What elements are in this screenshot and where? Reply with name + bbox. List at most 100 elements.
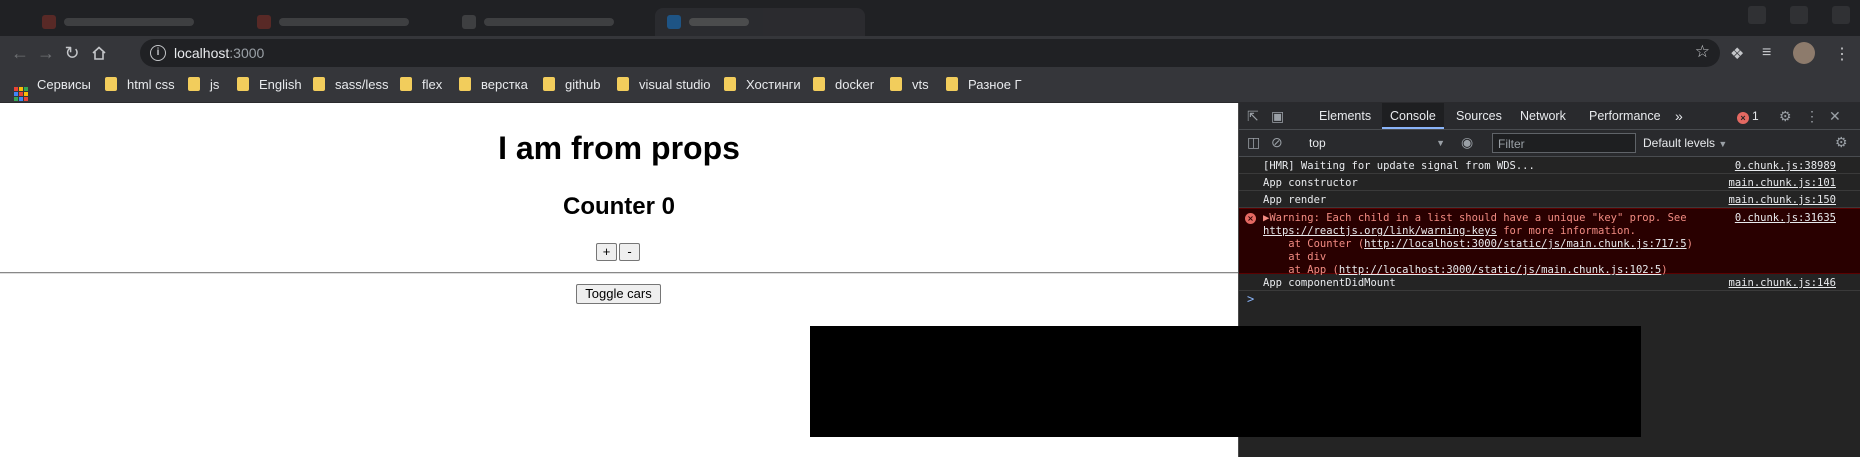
log-source-link[interactable]: 0.chunk.js:31635 bbox=[1735, 212, 1836, 224]
decrement-button[interactable]: - bbox=[619, 243, 640, 261]
bookmark-folder[interactable]: github bbox=[543, 77, 600, 95]
live-expression-eye-icon[interactable]: ◉ bbox=[1461, 134, 1473, 151]
log-message: App constructor bbox=[1263, 177, 1358, 189]
stack-frame: ) bbox=[1686, 238, 1693, 250]
stack-frame-link[interactable]: http://localhost:3000/static/js/main.chu… bbox=[1364, 238, 1686, 250]
log-source-link[interactable]: main.chunk.js:146 bbox=[1729, 277, 1836, 289]
toggle-cars-button[interactable]: Toggle cars bbox=[576, 284, 661, 304]
minimize-button[interactable] bbox=[1748, 6, 1766, 24]
bookmark-folder[interactable]: flex bbox=[400, 77, 442, 95]
more-tabs-icon[interactable]: » bbox=[1675, 108, 1683, 124]
bookmark-label: sass/less bbox=[335, 77, 389, 92]
profile-avatar[interactable] bbox=[1793, 42, 1815, 64]
url-port: :3000 bbox=[229, 45, 265, 61]
reload-button[interactable]: ↻ bbox=[60, 41, 84, 65]
console-filter-input[interactable]: Filter bbox=[1492, 133, 1636, 153]
browser-tab[interactable] bbox=[30, 8, 240, 36]
error-line: ▶Warning: Each child in a list should ha… bbox=[1263, 212, 1687, 224]
bookmark-label: Хостинги bbox=[746, 77, 801, 92]
tab-sources[interactable]: Sources bbox=[1448, 103, 1510, 129]
inspect-element-icon[interactable]: ⇱ bbox=[1247, 108, 1259, 125]
address-url: localhost:3000 bbox=[174, 45, 264, 61]
address-bar[interactable]: i localhost:3000 ☆ bbox=[140, 39, 1720, 67]
log-message: [HMR] Waiting for update signal from WDS… bbox=[1263, 160, 1535, 172]
maximize-button[interactable] bbox=[1790, 6, 1808, 24]
bookmark-folder[interactable]: Хостинги bbox=[724, 77, 801, 95]
device-toolbar-icon[interactable]: ▣ bbox=[1271, 108, 1284, 125]
bookmarks-bar: Сервисы html css js English sass/less fl… bbox=[0, 70, 1860, 103]
bookmark-folder[interactable]: html css bbox=[105, 77, 175, 95]
extensions-puzzle-icon[interactable]: ❖ bbox=[1730, 44, 1744, 64]
bookmark-folder[interactable]: Разное Г bbox=[946, 77, 1022, 95]
log-source-link[interactable]: main.chunk.js:101 bbox=[1729, 177, 1836, 189]
settings-gear-icon[interactable]: ⚙ bbox=[1779, 108, 1792, 125]
tab-network[interactable]: Network bbox=[1512, 103, 1574, 129]
bookmark-star-icon[interactable]: ☆ bbox=[1695, 42, 1710, 62]
bookmark-folder[interactable]: sass/less bbox=[313, 77, 388, 95]
log-source-link[interactable]: main.chunk.js:150 bbox=[1729, 194, 1836, 206]
log-source-link[interactable]: 0.chunk.js:38989 bbox=[1735, 160, 1836, 172]
menu-kebab-icon[interactable]: ⋮ bbox=[1834, 44, 1850, 64]
bookmark-apps[interactable]: Сервисы bbox=[14, 77, 91, 101]
home-button[interactable] bbox=[87, 41, 111, 65]
error-count: 1 bbox=[1752, 109, 1759, 123]
folder-icon bbox=[400, 77, 412, 91]
bookmark-folder[interactable]: English bbox=[237, 77, 302, 95]
browser-tab[interactable] bbox=[245, 8, 455, 36]
url-host: localhost bbox=[174, 45, 230, 61]
devtools-menu-icon[interactable]: ⋮ bbox=[1805, 108, 1819, 125]
error-icon: × bbox=[1737, 112, 1749, 124]
folder-icon bbox=[543, 77, 555, 91]
bookmark-folder[interactable]: верстка bbox=[459, 77, 528, 95]
bookmark-label: vts bbox=[912, 77, 929, 92]
bookmark-folder[interactable]: js bbox=[188, 77, 219, 95]
forward-button[interactable]: → bbox=[34, 41, 58, 65]
log-message: App componentDidMount bbox=[1263, 277, 1396, 289]
reading-list-icon[interactable]: ≡ bbox=[1762, 44, 1771, 62]
sidebar-toggle-icon[interactable]: ◫ bbox=[1247, 134, 1260, 151]
back-button[interactable]: ← bbox=[8, 41, 32, 65]
bookmark-label: English bbox=[259, 77, 302, 92]
page-title: I am from props bbox=[498, 130, 740, 166]
bookmark-folder[interactable]: docker bbox=[813, 77, 874, 95]
browser-toolbar: ← → ↻ i localhost:3000 ☆ ❖ ≡ ⋮ bbox=[0, 36, 1860, 70]
console-log-row: App render main.chunk.js:150 bbox=[1239, 191, 1860, 208]
clear-console-icon[interactable]: ⊘ bbox=[1271, 134, 1283, 151]
folder-icon bbox=[724, 77, 736, 91]
bookmark-label: flex bbox=[422, 77, 443, 92]
warning-keys-link[interactable]: https://reactjs.org/link/warning-keys bbox=[1263, 225, 1497, 237]
browser-tab[interactable] bbox=[450, 8, 660, 36]
console-error-row[interactable]: × ▶Warning: Each child in a list should … bbox=[1239, 208, 1860, 277]
folder-icon bbox=[813, 77, 825, 91]
tab-performance[interactable]: Performance bbox=[1581, 103, 1669, 129]
site-info-icon[interactable]: i bbox=[150, 45, 166, 61]
bookmark-label: Разное Г bbox=[968, 77, 1022, 92]
bookmark-label: docker bbox=[835, 77, 875, 92]
tab-favicon-icon bbox=[667, 15, 681, 29]
log-levels-dropdown[interactable]: Default levels ▼ bbox=[1643, 134, 1727, 153]
console-settings-gear-icon[interactable]: ⚙ bbox=[1835, 134, 1848, 151]
tab-title-blurred bbox=[64, 18, 194, 26]
context-selector[interactable]: top ▼ bbox=[1309, 134, 1445, 152]
bookmark-label: html css bbox=[127, 77, 175, 92]
error-message: ▶Warning: Each child in a list should ha… bbox=[1263, 212, 1693, 277]
tab-favicon-icon bbox=[257, 15, 271, 29]
tab-favicon-icon bbox=[42, 15, 56, 29]
bookmark-folder[interactable]: visual studio bbox=[617, 77, 711, 95]
error-count-badge[interactable]: × 1 bbox=[1737, 109, 1759, 124]
divider bbox=[0, 272, 1238, 274]
increment-button[interactable]: + bbox=[596, 243, 617, 261]
tab-console[interactable]: Console bbox=[1382, 103, 1444, 129]
tab-elements[interactable]: Elements bbox=[1311, 103, 1379, 129]
folder-icon bbox=[946, 77, 958, 91]
browser-tab-active[interactable] bbox=[655, 8, 865, 36]
tab-title-blurred bbox=[279, 18, 409, 26]
console-prompt[interactable]: > bbox=[1247, 292, 1254, 306]
bookmark-folder[interactable]: vts bbox=[890, 77, 929, 95]
bookmark-label: github bbox=[565, 77, 601, 92]
console-toolbar: ◫ ⊘ top ▼ ◉ Filter Default levels ▼ ⚙ bbox=[1239, 130, 1860, 157]
close-devtools-icon[interactable]: ✕ bbox=[1829, 108, 1841, 125]
bookmark-label: js bbox=[210, 77, 220, 92]
bookmark-label: Сервисы bbox=[37, 77, 91, 92]
close-window-button[interactable] bbox=[1832, 6, 1850, 24]
